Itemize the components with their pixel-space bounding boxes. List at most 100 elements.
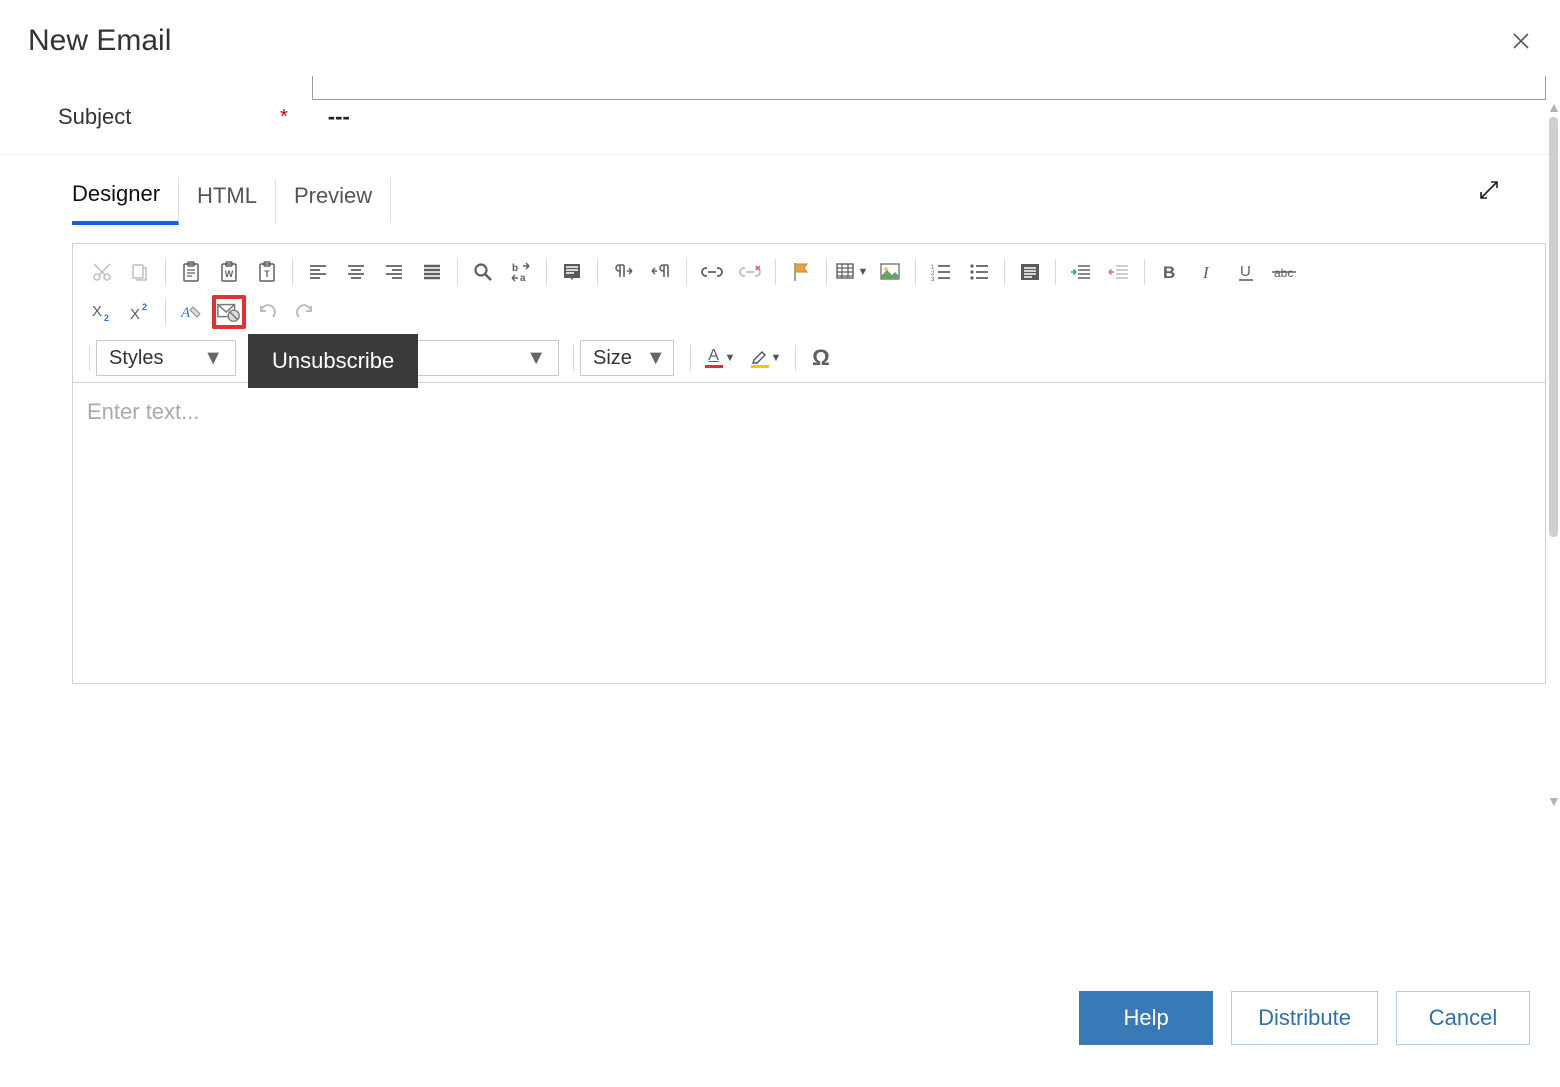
redo-button[interactable] [288, 295, 322, 329]
special-char-button[interactable]: Ω [804, 341, 838, 375]
strikethrough-button[interactable]: abc [1267, 255, 1301, 289]
separator [573, 345, 574, 371]
quote-block-icon [1020, 263, 1040, 281]
separator [1144, 259, 1145, 285]
anchor-button[interactable] [784, 255, 818, 289]
expand-button[interactable] [1478, 179, 1500, 201]
svg-text:2: 2 [142, 302, 147, 312]
replace-icon: ba [510, 262, 532, 282]
align-right-button[interactable] [377, 255, 411, 289]
separator [292, 259, 293, 285]
separator [826, 259, 827, 285]
svg-text:W: W [225, 269, 234, 279]
scroll-thumb[interactable] [1549, 117, 1558, 537]
distribute-button[interactable]: Distribute [1231, 991, 1378, 1045]
separator [1055, 259, 1056, 285]
styles-label: Styles [109, 347, 163, 370]
text-color-button[interactable]: A ▼ [699, 341, 741, 375]
indent-icon [1070, 264, 1092, 280]
find-button[interactable] [466, 255, 500, 289]
align-right-icon [384, 264, 404, 280]
superscript-button[interactable]: X2 [123, 295, 157, 329]
rtl-button[interactable] [644, 255, 678, 289]
italic-icon: I [1199, 263, 1217, 281]
unsubscribe-icon [216, 300, 242, 324]
separator [165, 299, 166, 325]
tab-designer[interactable]: Designer [72, 177, 179, 225]
indent-button[interactable] [1064, 255, 1098, 289]
link-button[interactable] [695, 255, 729, 289]
tooltip-unsubscribe: Unsubscribe [248, 334, 418, 388]
clipboard-icon [181, 261, 201, 283]
bold-button[interactable]: B [1153, 255, 1187, 289]
select-all-button[interactable] [555, 255, 589, 289]
image-icon [880, 263, 900, 281]
dialog-footer: Help Distribute Cancel [1079, 961, 1560, 1087]
link-icon [701, 265, 723, 279]
subject-label: Subject [58, 104, 280, 130]
cut-button[interactable] [85, 255, 119, 289]
blockquote-button[interactable] [1013, 255, 1047, 289]
vertical-scrollbar[interactable]: ▲ ▼ [1547, 99, 1560, 809]
scissors-icon [92, 262, 112, 282]
copy-button[interactable] [123, 255, 157, 289]
unlink-icon [739, 264, 761, 280]
rich-text-editor: W T ba ▼ 123 [72, 243, 1546, 684]
editor-toolbar: W T ba ▼ 123 [73, 244, 1545, 383]
table-button[interactable]: ▼ [835, 255, 869, 289]
align-justify-icon [422, 264, 442, 280]
separator [775, 259, 776, 285]
rtl-icon [650, 263, 672, 281]
align-center-icon [346, 264, 366, 280]
paste-from-word-button[interactable]: W [212, 255, 246, 289]
paste-button[interactable] [174, 255, 208, 289]
image-button[interactable] [873, 255, 907, 289]
subscript-button[interactable]: X2 [85, 295, 119, 329]
bold-icon: B [1161, 263, 1179, 281]
size-dropdown[interactable]: Size ▼ [580, 340, 674, 376]
italic-button[interactable]: I [1191, 255, 1225, 289]
svg-text:a: a [520, 273, 526, 282]
chevron-down-icon: ▼ [771, 352, 782, 364]
size-label: Size [593, 347, 632, 370]
replace-button[interactable]: ba [504, 255, 538, 289]
undo-icon [257, 303, 277, 321]
editor-tabs: Designer HTML Preview [0, 155, 1560, 225]
ltr-button[interactable] [606, 255, 640, 289]
svg-text:abc: abc [1274, 266, 1293, 280]
svg-text:B: B [1163, 263, 1175, 281]
text-color-icon: A [705, 348, 723, 368]
separator [597, 259, 598, 285]
separator [89, 345, 90, 371]
align-justify-button[interactable] [415, 255, 449, 289]
editor-textarea[interactable]: Enter text... [73, 383, 1545, 683]
chevron-down-icon: ▼ [526, 347, 546, 370]
undo-button[interactable] [250, 295, 284, 329]
align-left-button[interactable] [301, 255, 335, 289]
redo-icon [295, 303, 315, 321]
ltr-icon [612, 263, 634, 281]
unsubscribe-button[interactable] [212, 295, 246, 329]
unlink-button[interactable] [733, 255, 767, 289]
subject-value[interactable]: --- [328, 104, 350, 130]
clipboard-w-icon: W [219, 261, 239, 283]
scroll-up-arrow[interactable]: ▲ [1547, 99, 1560, 115]
strike-icon: abc [1272, 264, 1296, 280]
underline-button[interactable]: U [1229, 255, 1263, 289]
svg-text:b: b [512, 263, 518, 274]
styles-dropdown[interactable]: Styles ▼ [96, 340, 236, 376]
help-button[interactable]: Help [1079, 991, 1213, 1045]
outdent-button[interactable] [1102, 255, 1136, 289]
bg-color-button[interactable]: ▼ [745, 341, 787, 375]
copy-icon [130, 262, 150, 282]
cancel-button[interactable]: Cancel [1396, 991, 1530, 1045]
tab-preview[interactable]: Preview [294, 179, 391, 223]
bullet-list-button[interactable] [962, 255, 996, 289]
numbered-list-button[interactable]: 123 [924, 255, 958, 289]
tab-html[interactable]: HTML [197, 179, 276, 223]
close-button[interactable] [1510, 30, 1532, 52]
clear-formatting-button[interactable]: A [174, 295, 208, 329]
paste-as-text-button[interactable]: T [250, 255, 284, 289]
scroll-down-arrow[interactable]: ▼ [1547, 793, 1560, 809]
align-center-button[interactable] [339, 255, 373, 289]
